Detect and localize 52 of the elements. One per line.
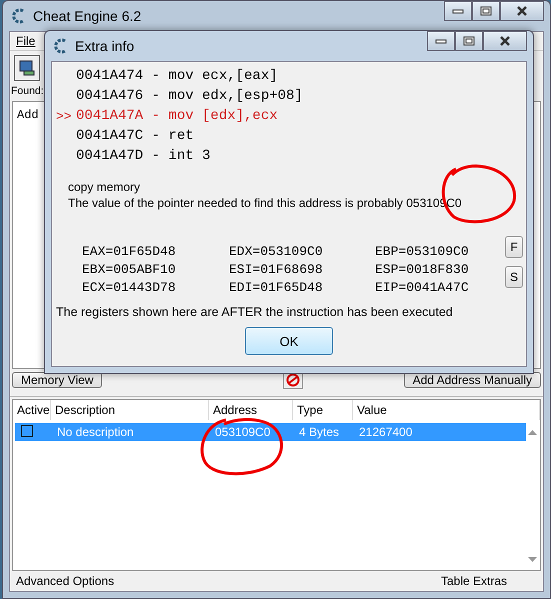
maximize-button[interactable] bbox=[455, 31, 483, 51]
table-cell-text: 21267400 bbox=[358, 425, 414, 439]
code-line: 0041A47C - ret bbox=[76, 128, 194, 144]
menu-item[interactable]: File bbox=[16, 34, 36, 48]
close-icon bbox=[516, 6, 528, 16]
register-value: EBP=053109C0 bbox=[375, 244, 470, 259]
table-cell-text: 053109C0 bbox=[214, 425, 272, 439]
minimize-icon bbox=[435, 38, 447, 44]
register-value: EDI=01F65D48 bbox=[229, 280, 324, 295]
maximize-icon bbox=[463, 36, 475, 46]
column-header[interactable]: Active bbox=[13, 400, 51, 420]
status-text[interactable]: Advanced Options bbox=[16, 574, 114, 588]
register-value: EDX=053109C0 bbox=[229, 244, 324, 259]
current-line-marker: >> bbox=[56, 108, 72, 124]
minimize-icon bbox=[452, 8, 464, 14]
maximize-icon bbox=[480, 6, 492, 16]
close-icon bbox=[499, 36, 511, 46]
computer-icon[interactable] bbox=[14, 55, 40, 81]
maximize-button[interactable] bbox=[472, 1, 500, 21]
close-button[interactable] bbox=[500, 1, 544, 21]
dialog-title: Extra info bbox=[75, 38, 134, 54]
code-line: 0041A47A - mov [edx],ecx bbox=[76, 108, 278, 124]
code-line: 0041A47D - int 3 bbox=[76, 148, 210, 164]
register-value: ECX=01443D78 bbox=[82, 280, 177, 295]
scroll-up-icon[interactable] bbox=[528, 430, 537, 435]
register-value: ESP=0018F830 bbox=[375, 262, 470, 277]
column-header: Add bbox=[16, 107, 40, 124]
register-value: ESI=01F68698 bbox=[229, 262, 324, 277]
window-title: Cheat Engine 6.2 bbox=[33, 8, 142, 24]
register-value: EAX=01F65D48 bbox=[82, 244, 177, 259]
column-header[interactable]: Address bbox=[209, 400, 293, 420]
active-checkbox[interactable] bbox=[21, 424, 33, 436]
minimize-button[interactable] bbox=[444, 1, 472, 21]
register-value: EIP=0041A47C bbox=[375, 280, 470, 295]
ok-button[interactable]: OK bbox=[245, 327, 333, 355]
side-button[interactable]: S bbox=[505, 266, 523, 288]
code-line: 0041A474 - mov ecx,[eax] bbox=[76, 68, 278, 84]
column-header[interactable]: Type bbox=[293, 400, 353, 420]
found-label: Found: bbox=[10, 85, 44, 97]
scroll-down-icon[interactable] bbox=[528, 557, 537, 562]
after-note: The registers shown here are AFTER the instruction has been executed bbox=[56, 305, 454, 319]
close-button[interactable] bbox=[483, 31, 527, 51]
comment-text: copy memory bbox=[68, 180, 142, 194]
table-cell-text: No description bbox=[56, 425, 135, 439]
register-value: EBX=005ABF10 bbox=[82, 262, 177, 277]
column-header[interactable]: Description bbox=[51, 400, 209, 420]
table-cell-text: 4 Bytes bbox=[298, 425, 340, 439]
status-text[interactable]: Table Extras bbox=[440, 574, 507, 588]
minimize-button[interactable] bbox=[427, 31, 455, 51]
side-button[interactable]: F bbox=[505, 236, 523, 258]
column-header[interactable]: Value bbox=[353, 400, 540, 420]
code-line: 0041A476 - mov edx,[esp+08] bbox=[76, 88, 303, 104]
